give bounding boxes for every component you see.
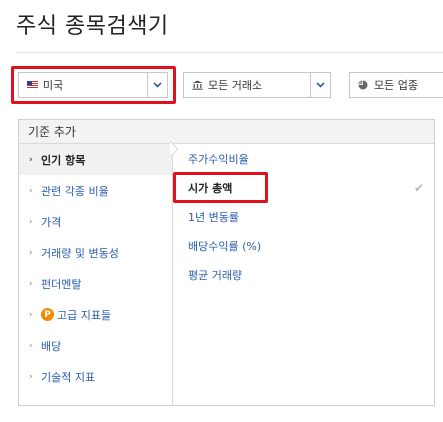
criteria-item-1y-change[interactable]: 1년 변동률 [174,202,434,231]
chevron-right-icon: › [29,371,33,382]
market-cap-highlight-box [173,172,268,203]
chevron-right-icon: › [29,216,33,227]
checkmark-icon: ✔ [413,180,424,195]
category-item-label: 배당 [41,339,62,353]
category-item-fundamentals[interactable]: › 펀더멘탈 [19,268,172,299]
page-title: 주식 종목검색기 [16,14,169,39]
category-item-label: 기술적 지표 [41,370,96,384]
chevron-right-icon: › [29,340,33,351]
category-item-price[interactable]: › 가격 [19,206,172,237]
criteria-item-pe-ratio[interactable]: 주가수익비율 [174,144,434,173]
category-item-ratios[interactable]: › 관련 각종 비율 [19,175,172,206]
sector-select-label: 모든 업종 [374,79,418,92]
category-item-label: 펀더멘탈 [41,277,82,291]
category-item-label: 고급 지표들 [57,308,112,322]
chevron-right-icon: › [29,247,33,258]
chevron-right-icon: › [29,278,33,289]
pie-chart-icon [357,80,369,90]
criteria-item-label: 평균 거래량 [188,268,243,282]
sector-select[interactable]: 모든 업종 [349,72,443,98]
criteria-panel: 기준 추가 › 인기 항목 › 관련 각종 비율 › 가격 › 거래량 및 변동… [18,119,435,406]
criteria-item-avg-volume[interactable]: 평균 거래량 [174,260,434,289]
category-item-dividends[interactable]: › 배당 [19,330,172,361]
category-item-label: 가격 [41,215,62,229]
category-item-label: 인기 항목 [41,153,86,167]
exchange-select-label: 모든 거래소 [208,79,263,92]
bank-icon [191,80,203,90]
selection-pointer-icon [170,141,179,157]
criteria-item-label: 배당수익률 (%) [188,239,262,253]
category-item-label: 거래량 및 변동성 [41,246,119,260]
country-highlight-box [11,66,176,104]
category-item-volume-volatility[interactable]: › 거래량 및 변동성 [19,237,172,268]
premium-badge-icon: P [41,308,54,321]
category-item-popular[interactable]: › 인기 항목 [19,144,172,175]
category-item-advanced-indicators[interactable]: › P 고급 지표들 [19,299,172,330]
title-divider [16,52,443,53]
criteria-item-dividend-yield[interactable]: 배당수익률 (%) [174,231,434,260]
criteria-panel-header: 기준 추가 [19,120,434,144]
category-item-technical-indicators[interactable]: › 기술적 지표 [19,361,172,392]
chevron-right-icon: › [29,185,33,196]
category-item-label: 관련 각종 비율 [41,184,109,198]
chevron-right-icon: › [29,309,33,320]
criteria-item-label: 주가수익비율 [188,152,249,166]
chevron-right-icon: › [29,154,33,165]
chevron-down-icon[interactable] [310,73,330,97]
criteria-item-label: 1년 변동률 [188,210,239,224]
category-list: › 인기 항목 › 관련 각종 비율 › 가격 › 거래량 및 변동성 › 펀더… [19,144,173,405]
exchange-select[interactable]: 모든 거래소 [183,72,331,98]
